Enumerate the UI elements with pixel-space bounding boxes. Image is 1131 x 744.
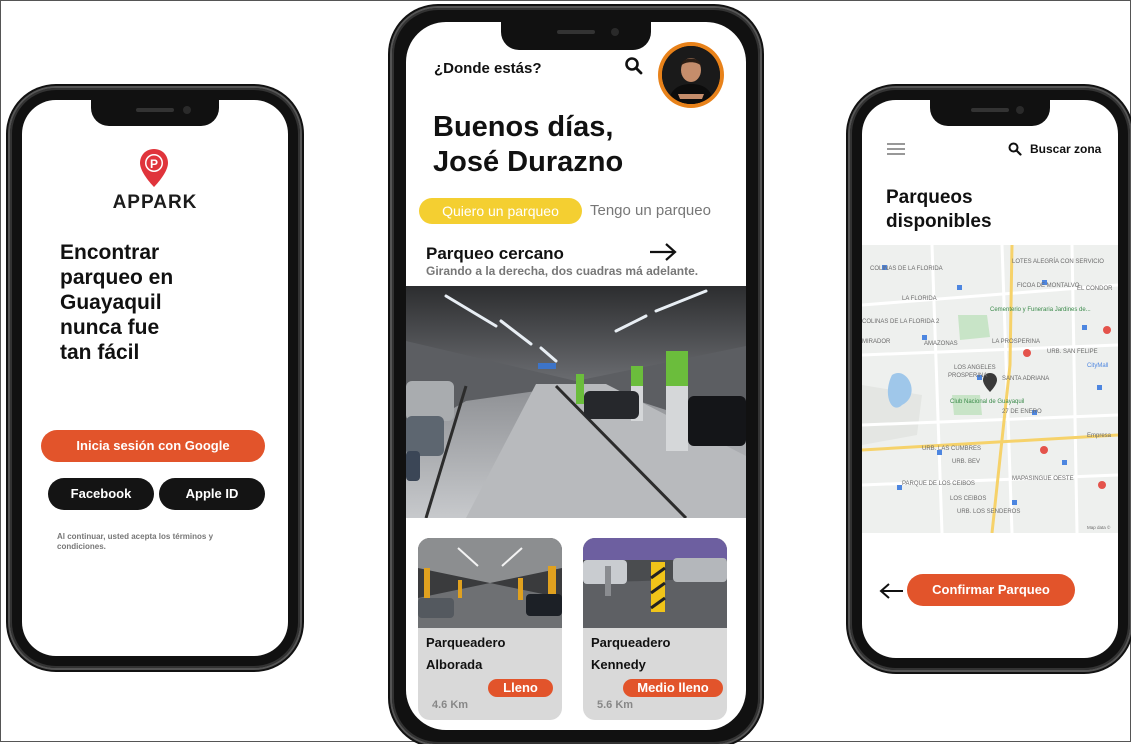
map-label: URB. BEV bbox=[952, 459, 980, 465]
tagline: Encontrar parqueo en Guayaquil nunca fue… bbox=[60, 240, 210, 365]
title-line: disponibles bbox=[886, 211, 992, 232]
distance-text: 5.6 Km bbox=[597, 699, 634, 711]
tab-tengo-parqueo[interactable]: Tengo un parqueo bbox=[590, 198, 711, 224]
status-badge: Lleno bbox=[488, 679, 553, 697]
avatar-photo bbox=[662, 46, 720, 104]
greeting-line: Buenos días, bbox=[433, 111, 614, 143]
map-label: Club Nacional de Guayaquil bbox=[950, 399, 1024, 405]
map-label: LA FLORIDA bbox=[902, 296, 937, 302]
search-icon[interactable] bbox=[1008, 142, 1022, 156]
map-label: Cementerio y Funeraria Jardines de... bbox=[990, 307, 1091, 313]
parking-card[interactable]: Parqueadero Alborada Lleno 4.6 Km bbox=[418, 538, 562, 720]
map-label: URB. SAN FELIPE bbox=[1047, 349, 1098, 355]
speaker bbox=[136, 108, 174, 112]
map-label: Empresa bbox=[1087, 433, 1112, 439]
tagline-line: nunca fue bbox=[60, 316, 160, 339]
available-screen: Buscar zona Parqueos disponibles COLINAS… bbox=[862, 100, 1118, 658]
facebook-button[interactable]: Facebook bbox=[48, 478, 154, 510]
terms-text: Al continuar, usted acepta los términos … bbox=[57, 532, 214, 551]
title-line: Parqueos bbox=[886, 187, 973, 208]
tagline-line: Encontrar bbox=[60, 241, 160, 264]
greeting: Buenos días, José Durazno bbox=[433, 110, 693, 180]
home-screen: ¿Donde estás? Buenos días, José Durazno … bbox=[406, 22, 746, 730]
map-label: URB. LAS CUMBRES bbox=[922, 446, 981, 452]
map-label: URB. LOS SENDEROS bbox=[957, 509, 1020, 515]
tagline-line: tan fácil bbox=[60, 341, 140, 364]
phone-notch bbox=[501, 22, 651, 50]
status-badge: Medio lleno bbox=[623, 679, 723, 697]
tagline-line: Guayaquil bbox=[60, 291, 162, 314]
map-label: CityMall bbox=[1087, 363, 1108, 369]
map-label: AMAZONAS bbox=[924, 341, 958, 347]
tagline-line: parqueo en bbox=[60, 266, 174, 289]
parking-photo bbox=[583, 538, 727, 628]
phone-available: Buscar zona Parqueos disponibles COLINAS… bbox=[850, 88, 1130, 670]
person-silhouette bbox=[662, 46, 720, 104]
location-pin-icon: P bbox=[140, 149, 168, 187]
map-label: 27 DE ENERO bbox=[1002, 409, 1042, 415]
map-label: MIRADOR bbox=[862, 339, 891, 345]
map-label: LA PROSPERINA bbox=[992, 339, 1040, 345]
card-title-line: Alborada bbox=[426, 657, 483, 672]
map-label: SANTA ADRIANA bbox=[1002, 376, 1049, 382]
map-label: LOS ANGELES bbox=[954, 365, 996, 371]
map-label: FICOA DE MONTALVO bbox=[1017, 283, 1080, 289]
svg-text:P: P bbox=[150, 157, 158, 171]
page-title: Parqueos disponibles bbox=[886, 186, 1046, 234]
map-label: MAPASINGUE OESTE bbox=[1012, 476, 1074, 482]
location-prompt[interactable]: ¿Donde estás? bbox=[434, 60, 542, 77]
phone-notch bbox=[91, 100, 219, 126]
brand-name: APPARK bbox=[112, 192, 198, 213]
card-title-line: Kennedy bbox=[591, 657, 646, 672]
phone-home: ¿Donde estás? Buenos días, José Durazno … bbox=[392, 8, 760, 744]
apple-id-button[interactable]: Apple ID bbox=[159, 478, 265, 510]
user-name: José Durazno bbox=[433, 146, 624, 178]
speaker bbox=[557, 30, 595, 34]
map-label: EL CONDOR bbox=[1077, 286, 1113, 292]
parking-card[interactable]: Parqueadero Kennedy Medio lleno 5.6 Km bbox=[583, 538, 727, 720]
garage-photo[interactable] bbox=[406, 286, 746, 518]
card-title-line: Parqueadero bbox=[426, 635, 506, 650]
login-screen: P APPARK Encontrar parqueo en Guayaquil … bbox=[22, 100, 288, 656]
arrow-left-icon[interactable] bbox=[878, 582, 904, 600]
phone-login: P APPARK Encontrar parqueo en Guayaquil … bbox=[10, 88, 300, 668]
camera bbox=[1016, 106, 1024, 114]
camera bbox=[611, 28, 619, 36]
confirm-parking-button[interactable]: Confirmar Parqueo bbox=[907, 574, 1075, 606]
camera bbox=[183, 106, 191, 114]
map-label: LOTES ALEGRÍA CON SERVICIO bbox=[1012, 258, 1104, 265]
card-title: Parqueadero Kennedy bbox=[591, 632, 670, 676]
parking-map[interactable]: COLINAS DE LA FLORIDA LOTES ALEGRÍA CON … bbox=[862, 245, 1118, 533]
google-signin-button[interactable]: Inicia sesión con Google bbox=[41, 430, 265, 462]
nearby-title: Parqueo cercano bbox=[426, 244, 564, 263]
card-title: Parqueadero Alborada bbox=[426, 632, 505, 676]
map-label: LOS CEIBOS bbox=[950, 496, 986, 502]
phone-notch bbox=[930, 100, 1050, 126]
tab-quiero-parqueo[interactable]: Quiero un parqueo bbox=[419, 198, 582, 224]
map-attribution: Map data © bbox=[1087, 524, 1111, 530]
search-zone-link[interactable]: Buscar zona bbox=[1030, 142, 1101, 156]
map-label: PARQUE DE LOS CEIBOS bbox=[902, 481, 975, 487]
menu-icon[interactable] bbox=[886, 142, 906, 156]
distance-text: 4.6 Km bbox=[432, 699, 469, 711]
nearby-directions: Girando a la derecha, dos cuadras má ade… bbox=[426, 264, 699, 278]
map-label: COLINAS DE LA FLORIDA 2 bbox=[862, 319, 940, 325]
avatar[interactable] bbox=[658, 42, 724, 108]
card-title-line: Parqueadero bbox=[591, 635, 671, 650]
arrow-right-icon[interactable] bbox=[648, 242, 678, 262]
search-icon[interactable] bbox=[624, 56, 644, 76]
speaker bbox=[971, 108, 1009, 112]
parking-photo bbox=[418, 538, 562, 628]
map-label: PROSPERINA bbox=[948, 373, 987, 379]
map-label: COLINAS DE LA FLORIDA bbox=[870, 266, 943, 272]
